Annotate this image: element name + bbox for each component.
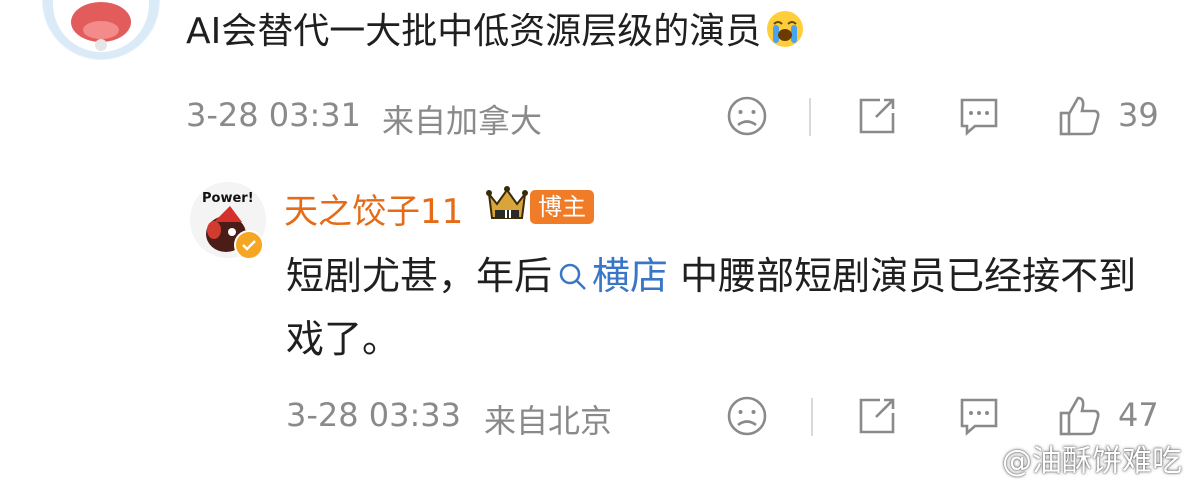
reply-text: 短剧尤甚，年后 横店 中腰部短剧演员已经接不到戏了。 <box>286 246 1166 369</box>
watermark: @油酥饼难吃 <box>1002 444 1182 479</box>
sad-face-icon[interactable] <box>726 395 768 441</box>
search-link[interactable]: 横店 <box>552 254 668 298</box>
divider <box>811 398 813 436</box>
crying-face-icon <box>765 9 805 64</box>
sad-face-icon[interactable] <box>726 95 768 141</box>
avatar-caption: Power! <box>202 191 254 206</box>
like-icon[interactable] <box>1058 94 1102 142</box>
comment-location: 来自加拿大 <box>382 102 543 140</box>
avatar[interactable] <box>42 0 160 60</box>
verified-icon <box>234 230 264 260</box>
share-icon[interactable] <box>856 395 898 441</box>
comment-text: AI会替代一大批中低资源层级的演员 <box>186 6 805 64</box>
comment-time: 3-28 03:31 <box>186 96 362 134</box>
share-icon[interactable] <box>856 95 898 141</box>
search-link-label[interactable]: 横店 <box>592 254 668 298</box>
crown-icon <box>486 184 528 230</box>
comment-icon[interactable] <box>958 95 1000 141</box>
search-icon <box>558 249 588 309</box>
blogger-badge: 博主 <box>530 190 594 224</box>
reply-text-start: 短剧尤甚，年后 <box>286 254 553 298</box>
like-icon[interactable] <box>1058 394 1102 442</box>
reply-location: 来自北京 <box>484 402 613 440</box>
comment-icon[interactable] <box>958 395 1000 441</box>
like-count: 39 <box>1118 96 1159 134</box>
like-count: 47 <box>1118 396 1159 434</box>
username[interactable]: 天之饺子11 <box>284 184 463 233</box>
reply-time: 3-28 03:33 <box>286 396 462 434</box>
divider <box>809 98 811 136</box>
comment-body: AI会替代一大批中低资源层级的演员 <box>186 11 762 52</box>
